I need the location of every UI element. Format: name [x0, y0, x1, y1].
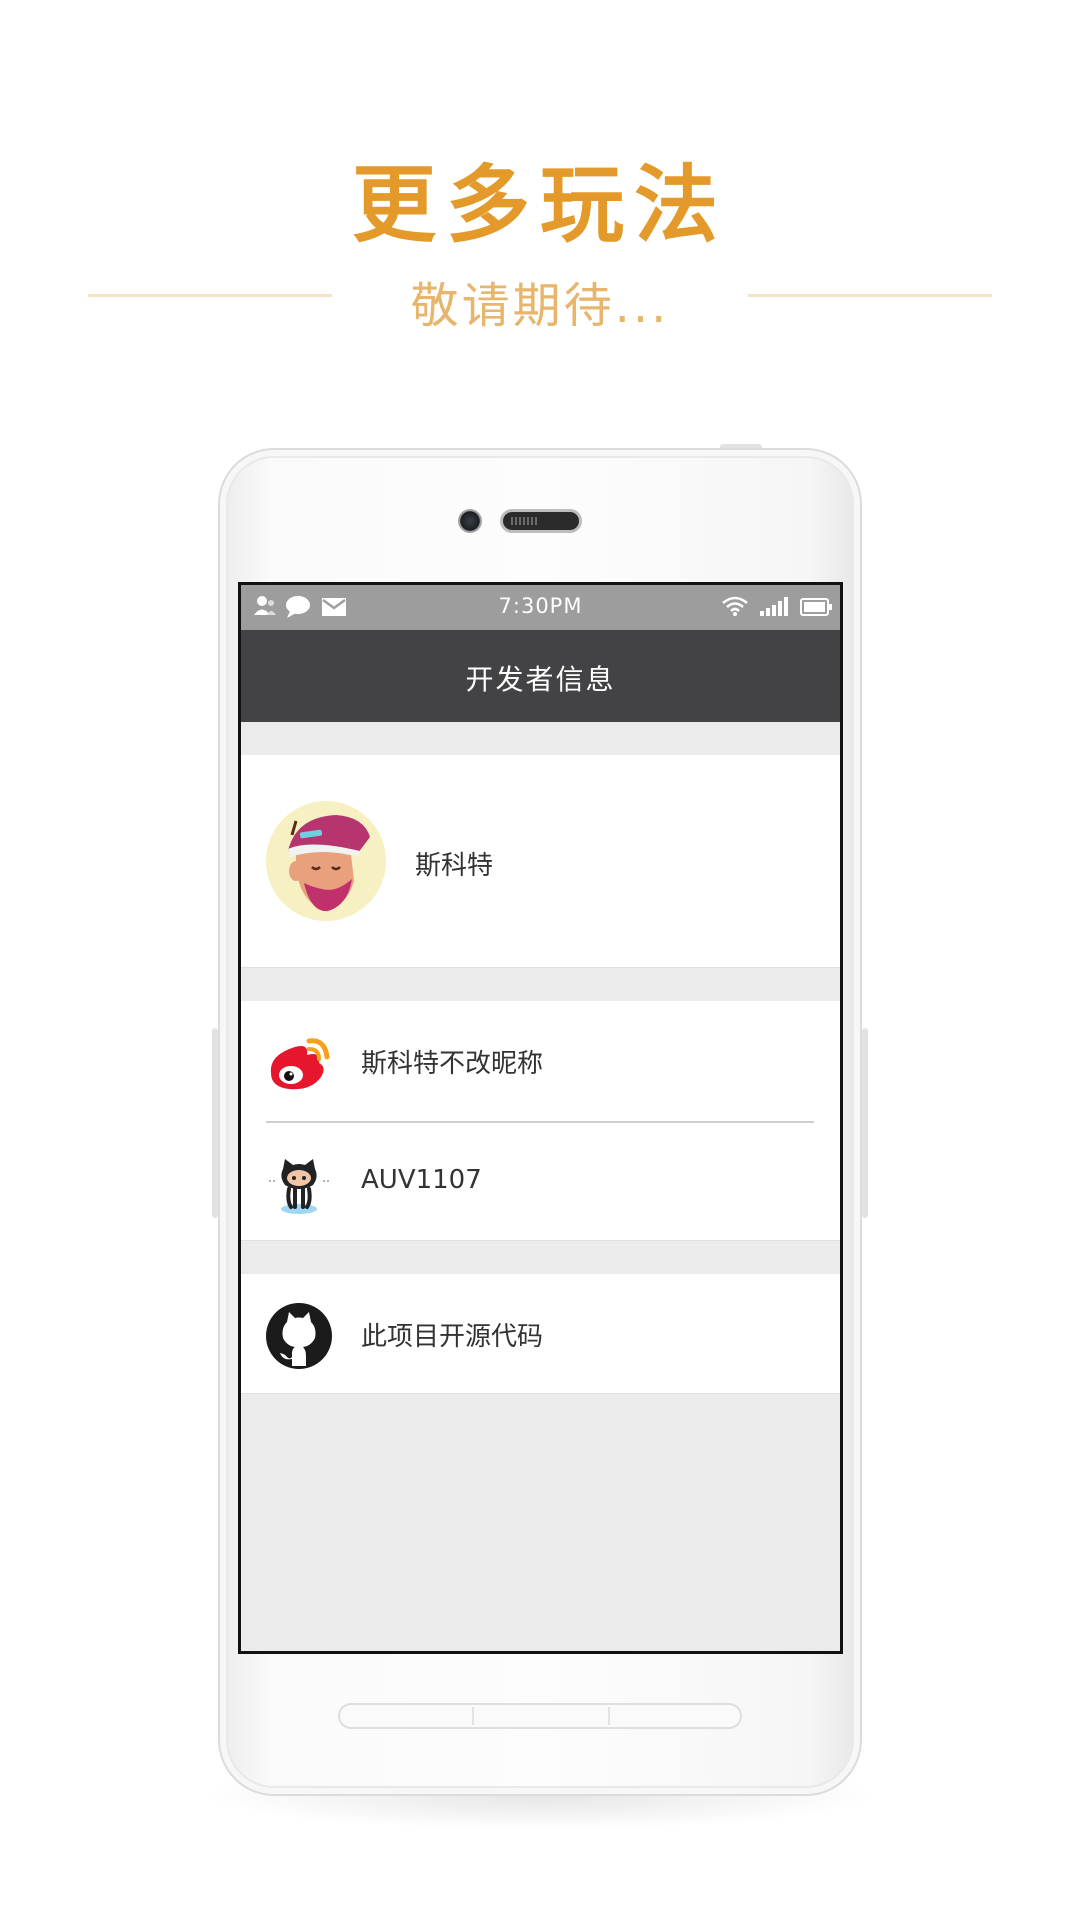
home-button-bar: [338, 1703, 742, 1729]
signal-icon: [760, 597, 788, 616]
github-username-label: AUV1107: [361, 1165, 482, 1195]
github-icon: [266, 1303, 332, 1369]
github-user-row[interactable]: AUV1107: [241, 1123, 840, 1243]
social-links-card: 斯科特不改昵称 AUV1107: [241, 1001, 840, 1241]
home-bar-divider: [472, 1707, 474, 1725]
profile-card[interactable]: 斯科特: [241, 755, 840, 968]
page: 更多玩法 敬请期待... 7:30PM 开发者信息 斯科特 斯科特不改昵称 AU…: [0, 0, 1080, 1920]
profile-name: 斯科特: [415, 851, 494, 881]
phone-side-button: [862, 1028, 868, 1218]
avatar: [266, 801, 386, 921]
phone-screen: 7:30PM 开发者信息 斯科特 斯科特不改昵称 AUV1107 此项目开源代码: [238, 582, 843, 1654]
status-bar: 7:30PM: [241, 585, 840, 630]
promo-title: 更多玩法: [351, 156, 728, 254]
promo-subtitle: 敬请期待...: [410, 278, 670, 334]
app-bar: 开发者信息: [241, 630, 840, 722]
promo-divider-right: [748, 294, 992, 297]
source-code-row[interactable]: 此项目开源代码: [241, 1274, 840, 1394]
weibo-row[interactable]: 斯科特不改昵称: [241, 1001, 840, 1123]
home-bar-divider: [608, 1707, 610, 1725]
source-code-label: 此项目开源代码: [361, 1322, 544, 1352]
source-code-card: 此项目开源代码: [241, 1274, 840, 1394]
octocat-icon: [269, 1159, 329, 1214]
status-time: 7:30PM: [498, 594, 583, 618]
battery-icon: [800, 598, 832, 616]
earpiece-speaker: [500, 509, 582, 533]
front-camera-icon: [458, 509, 482, 533]
weibo-label: 斯科特不改昵称: [361, 1049, 544, 1079]
app-bar-title: 开发者信息: [465, 663, 616, 696]
wifi-icon: [722, 596, 748, 616]
weibo-icon: [270, 1038, 330, 1090]
hipster-avatar-icon: [266, 801, 386, 921]
